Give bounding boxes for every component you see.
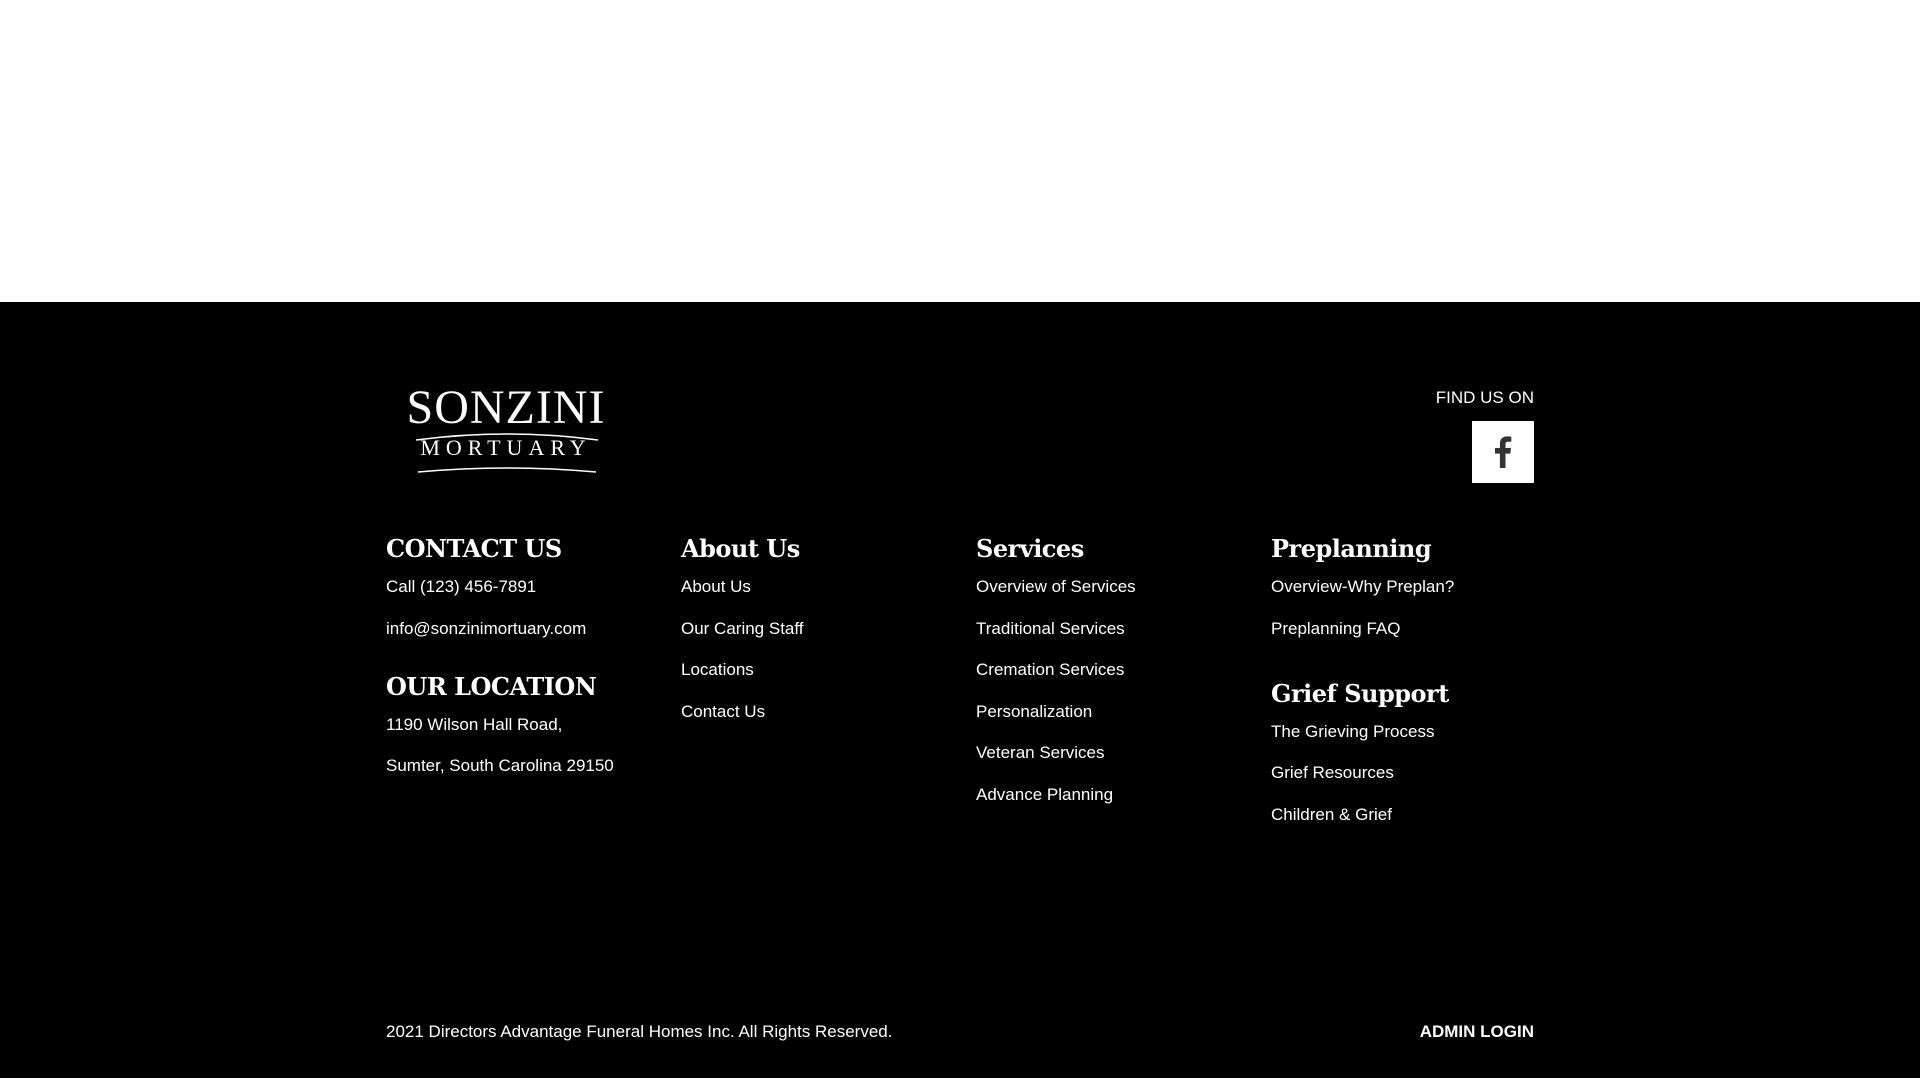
about-link-contact-us[interactable]: Contact Us	[681, 702, 804, 722]
site-footer: SONZINI MORTUARY FIND US ON CONTACT US C…	[0, 302, 1920, 1078]
services-link-veteran[interactable]: Veteran Services	[976, 743, 1136, 763]
preplanning-heading: Preplanning	[1271, 534, 1432, 563]
services-heading: Services	[976, 534, 1084, 563]
preplanning-link-faq[interactable]: Preplanning FAQ	[1271, 619, 1454, 639]
sonzini-mortuary-logo[interactable]: SONZINI MORTUARY	[386, 381, 626, 473]
preplanning-link-overview[interactable]: Overview-Why Preplan?	[1271, 577, 1454, 597]
copyright-text: 2021 Directors Advantage Funeral Homes I…	[386, 1022, 893, 1041]
contact-column: CONTACT US Call (123) 456-7891 info@sonz…	[386, 534, 614, 798]
logo-name: SONZINI	[406, 381, 606, 434]
preplanning-column: Preplanning Overview-Why Preplan? Prepla…	[1271, 534, 1454, 846]
grief-link-children[interactable]: Children & Grief	[1271, 805, 1454, 825]
services-link-personalization[interactable]: Personalization	[976, 702, 1136, 722]
services-link-overview[interactable]: Overview of Services	[976, 577, 1136, 597]
grief-link-grieving-process[interactable]: The Grieving Process	[1271, 722, 1454, 742]
address-line-1: 1190 Wilson Hall Road,	[386, 714, 563, 734]
location-heading: OUR LOCATION	[386, 671, 597, 701]
services-link-cremation[interactable]: Cremation Services	[976, 660, 1136, 680]
about-link-caring-staff[interactable]: Our Caring Staff	[681, 619, 804, 639]
facebook-icon	[1495, 436, 1512, 468]
admin-login-link[interactable]: ADMIN LOGIN	[1420, 1022, 1534, 1042]
about-link-about-us[interactable]: About Us	[681, 577, 804, 597]
grief-link-resources[interactable]: Grief Resources	[1271, 763, 1454, 783]
about-link-locations[interactable]: Locations	[681, 660, 804, 680]
logo-subtitle: MORTUARY	[420, 435, 592, 460]
email-link[interactable]: info@sonzinimortuary.com	[386, 619, 614, 639]
facebook-button[interactable]	[1472, 421, 1534, 483]
about-column: About Us About Us Our Caring Staff Locat…	[681, 534, 804, 743]
phone-link[interactable]: Call (123) 456-7891	[386, 577, 614, 597]
grief-heading: Grief Support	[1271, 678, 1449, 708]
services-link-advance-planning[interactable]: Advance Planning	[976, 785, 1136, 805]
services-link-traditional[interactable]: Traditional Services	[976, 619, 1136, 639]
about-heading: About Us	[681, 534, 800, 563]
contact-heading: CONTACT US	[386, 534, 562, 563]
find-us-label: FIND US ON	[1435, 388, 1534, 407]
address-line-2: Sumter, South Carolina 29150	[386, 756, 614, 775]
services-column: Services Overview of Services Traditiona…	[976, 534, 1136, 826]
page-content-area	[0, 0, 1920, 302]
